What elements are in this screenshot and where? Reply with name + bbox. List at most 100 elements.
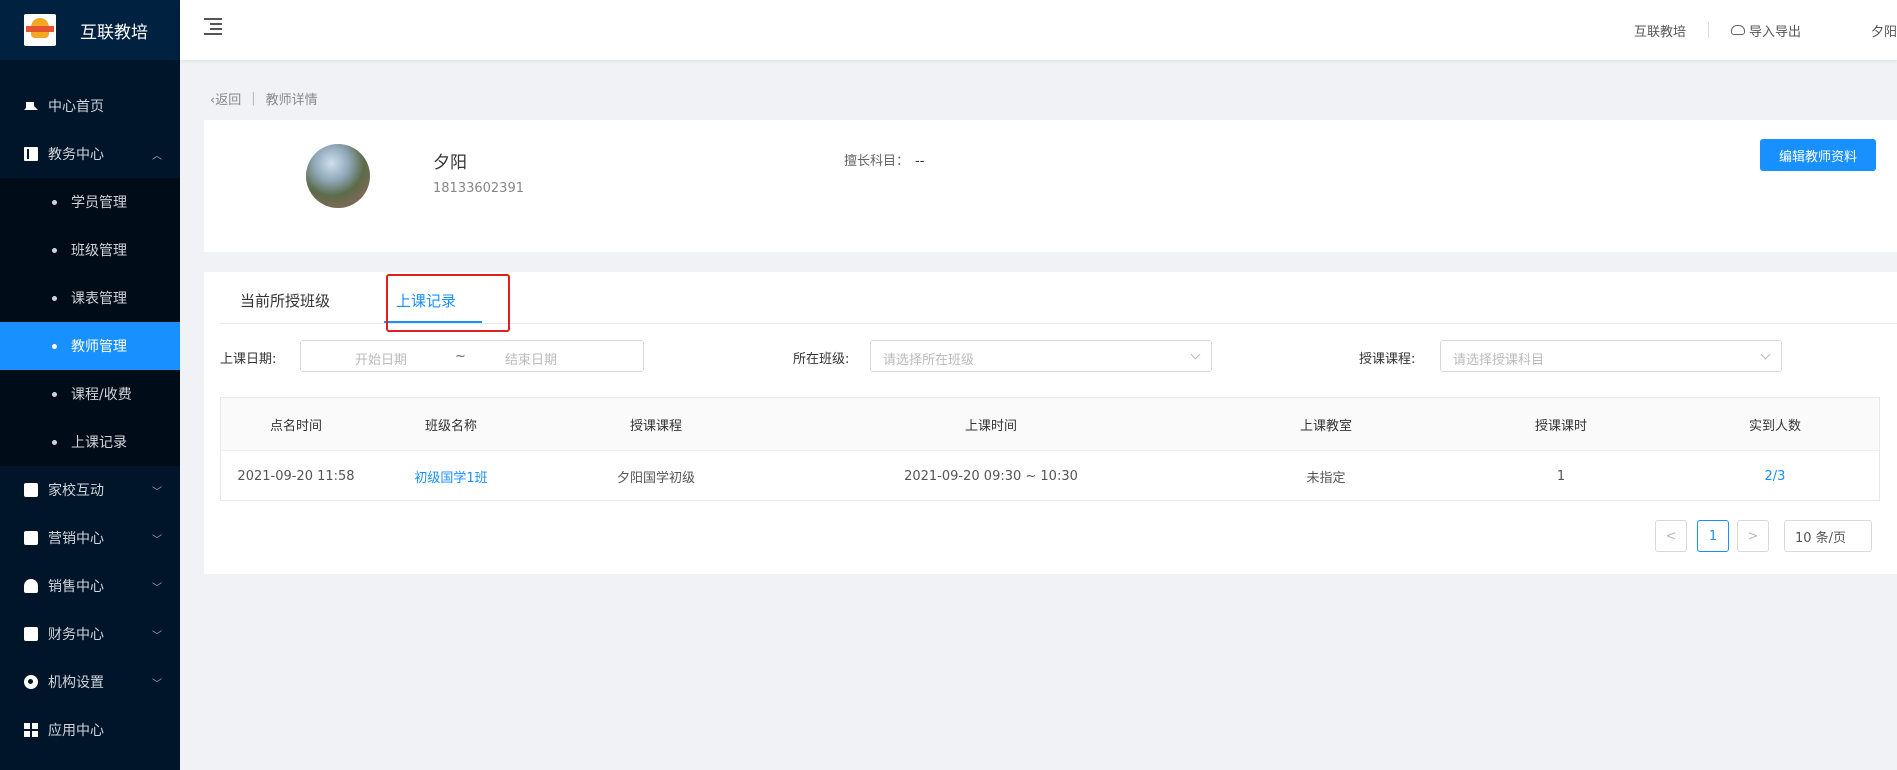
column-header: 班级名称: [424, 418, 477, 434]
course-label: 授课课程:: [1359, 352, 1416, 367]
menu-fold-icon[interactable]: [204, 18, 222, 35]
chevron-down-icon: ﹀: [152, 582, 162, 594]
range-separator: ~: [455, 349, 466, 364]
teacher-card: 夕阳 18133602391 擅长科目： -- 编辑教师资料: [204, 120, 1897, 252]
class-time: 2021-09-20 09:30 ~ 10:30: [904, 469, 1078, 484]
sidebar-item-marketing[interactable]: 营销中心 ﹀: [0, 514, 180, 562]
back-link[interactable]: ‹返回: [210, 89, 241, 108]
chevron-down-icon: ﹀: [152, 486, 162, 498]
attendance-link[interactable]: 2/3: [1671, 451, 1879, 502]
sidebar-item-sales[interactable]: 销售中心 ﹀: [0, 562, 180, 610]
date-label: 上课日期:: [220, 352, 277, 367]
bullet-icon: [52, 343, 57, 349]
breadcrumb: ‹返回 | 教师详情: [210, 89, 318, 108]
bag-icon: [24, 627, 38, 641]
column-header: 上课时间: [964, 418, 1017, 434]
back-label: 返回: [215, 93, 242, 108]
column-header: 上课教室: [1299, 418, 1352, 434]
user-name[interactable]: 夕阳: [1871, 21, 1897, 40]
sidebar-item-finance[interactable]: 财务中心 ﹀: [0, 610, 180, 658]
course-select[interactable]: 请选择授课科目: [1440, 340, 1782, 372]
page-size-label: 10 条/页: [1795, 530, 1847, 546]
records-card: 当前所授班级 上课记录 上课日期: 开始日期 ~ 结束日期 所在班级: 请选择所…: [204, 272, 1897, 574]
class-select[interactable]: 请选择所在班级: [870, 340, 1212, 372]
chevron-down-icon: [1760, 349, 1771, 360]
records-table: 点名时间 班级名称 授课课程 上课时间 上课教室 授课课时 实到人数 2021-…: [220, 397, 1880, 501]
user-icon: [24, 579, 38, 593]
date-range-picker[interactable]: 开始日期 ~ 结束日期: [300, 340, 644, 372]
end-date-input[interactable]: 结束日期: [505, 349, 557, 368]
tab-bar: 当前所授班级 上课记录: [220, 272, 1897, 332]
sidebar-subitem-courses[interactable]: 课程/收费: [0, 370, 180, 418]
tab-current-classes[interactable]: 当前所授班级: [240, 290, 330, 311]
submenu-academic: 学员管理 班级管理 课表管理 教师管理 课程/收费 上课记录: [0, 178, 180, 466]
sidebar: 互联教培 中心首页 教务中心 ︿ 学员管理 班级管理 课表管理 教师管理 课程/…: [0, 0, 180, 770]
highlight-box: [386, 274, 510, 332]
grid-icon: [24, 723, 38, 737]
sidebar-item-label: 中心首页: [48, 99, 104, 115]
sidebar-subitem-classes[interactable]: 班级管理: [0, 226, 180, 274]
sidebar-item-home[interactable]: 中心首页: [0, 82, 180, 130]
class-select-placeholder: 请选择所在班级: [883, 353, 975, 368]
sidebar-item-label: 营销中心: [48, 531, 104, 547]
subject-label: 擅长科目：: [844, 154, 910, 169]
sidebar-subitem-label: 课程/收费: [71, 387, 132, 403]
teacher-name: 夕阳: [433, 153, 467, 173]
sidebar-item-label: 教务中心: [48, 147, 104, 163]
filter-bar: 上课日期: 开始日期 ~ 结束日期 所在班级: 请选择所在班级 授课课程: 请选…: [220, 340, 1897, 374]
sidebar-subitem-label: 课表管理: [71, 291, 127, 307]
sidebar-subitem-schedule[interactable]: 课表管理: [0, 274, 180, 322]
chat-icon: [24, 483, 38, 497]
start-date-input[interactable]: 开始日期: [355, 349, 407, 368]
org-name[interactable]: 互联教培: [1634, 21, 1686, 40]
sidebar-item-settings[interactable]: 机构设置 ﹀: [0, 658, 180, 706]
teacher-subject: 擅长科目： --: [844, 150, 924, 169]
sidebar-subitem-label: 学员管理: [71, 195, 127, 211]
column-header: 授课课时: [1534, 418, 1587, 434]
sidebar-item-label: 财务中心: [48, 627, 104, 643]
logo-bar: 互联教培: [0, 0, 180, 60]
prev-page-button[interactable]: <: [1655, 520, 1687, 552]
app-title: 互联教培: [80, 22, 148, 43]
class-hours: 1: [1556, 469, 1566, 484]
import-export-label: 导入导出: [1748, 24, 1801, 40]
sidebar-subitem-students[interactable]: 学员管理: [0, 178, 180, 226]
edit-teacher-button[interactable]: 编辑教师资料: [1760, 139, 1876, 171]
teacher-phone: 18133602391: [433, 181, 524, 196]
sidebar-item-apps[interactable]: 应用中心: [0, 706, 180, 754]
home-icon: [24, 96, 38, 110]
column-header: 授课课程: [629, 418, 682, 434]
course-select-placeholder: 请选择授课科目: [1453, 353, 1545, 368]
table-row: 2021-09-20 11:58 初级国学1班 夕阳国学初级 2021-09-2…: [221, 450, 1879, 502]
column-header: 点名时间: [269, 418, 322, 434]
table-header: 点名时间 班级名称 授课课程 上课时间 上课教室 授课课时 实到人数: [221, 398, 1879, 450]
bullet-icon: [52, 199, 57, 205]
class-label: 所在班级:: [793, 352, 850, 367]
divider: [1707, 22, 1709, 38]
avatar: [306, 144, 370, 208]
page-1-button[interactable]: 1: [1697, 520, 1729, 552]
sidebar-item-home-school[interactable]: 家校互动 ﹀: [0, 466, 180, 514]
sidebar-subitem-label: 上课记录: [71, 435, 127, 451]
classroom: 未指定: [1306, 471, 1346, 486]
sidebar-item-academic[interactable]: 教务中心 ︿: [0, 130, 180, 178]
chevron-up-icon: ︿: [152, 150, 162, 162]
chevron-down-icon: ﹀: [152, 678, 162, 690]
sidebar-subitem-teachers[interactable]: 教师管理: [0, 322, 180, 370]
next-page-button[interactable]: >: [1737, 520, 1769, 552]
roll-call-time: 2021-09-20 11:58: [237, 469, 355, 484]
sidebar-subitem-records[interactable]: 上课记录: [0, 418, 180, 466]
sidebar-menu: 中心首页 教务中心 ︿ 学员管理 班级管理 课表管理 教师管理 课程/收费 上课…: [0, 82, 180, 754]
class-name-link[interactable]: 初级国学1班: [371, 451, 531, 502]
topbar-right: 互联教培 导入导出 夕阳: [1634, 0, 1897, 60]
page-size-select[interactable]: 10 条/页: [1784, 520, 1872, 552]
topbar: 互联教培 导入导出 夕阳: [180, 0, 1897, 60]
subject-value: --: [915, 154, 925, 169]
import-export-button[interactable]: 导入导出: [1730, 21, 1801, 40]
chevron-down-icon: ﹀: [152, 534, 162, 546]
sidebar-subitem-label: 班级管理: [71, 243, 127, 259]
breadcrumb-current: 教师详情: [265, 93, 318, 108]
gear-icon: [24, 675, 38, 689]
course-name: 夕阳国学初级: [616, 471, 695, 486]
sidebar-item-label: 应用中心: [48, 723, 104, 739]
